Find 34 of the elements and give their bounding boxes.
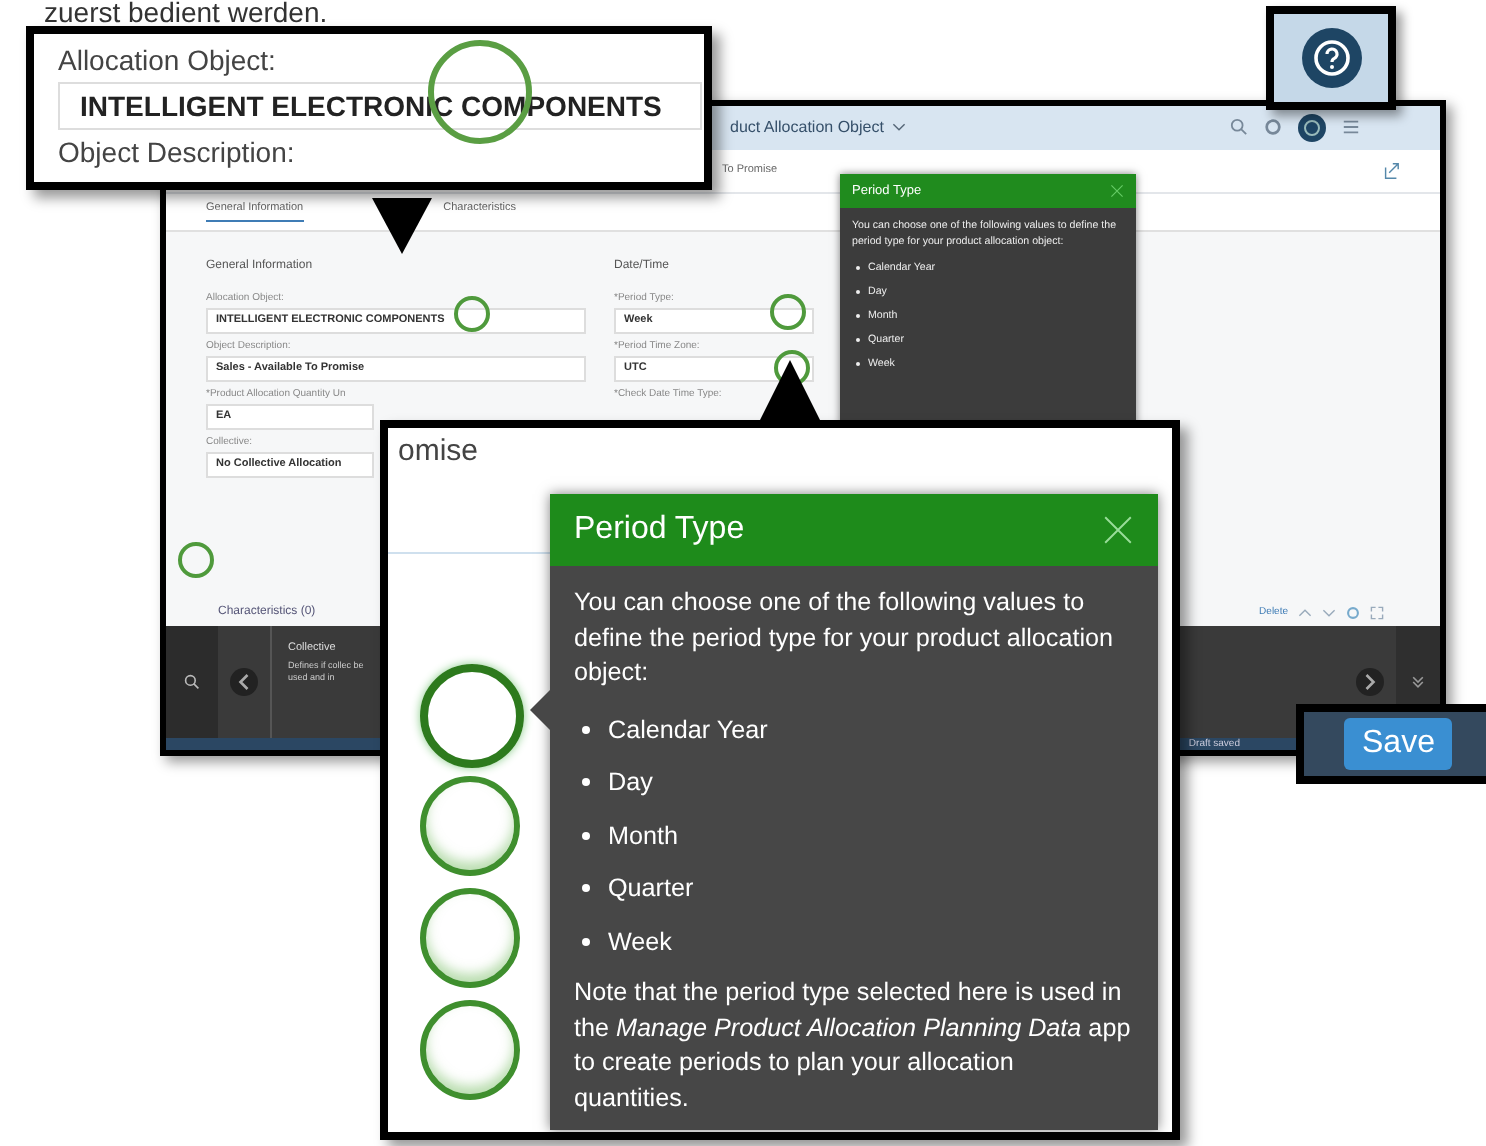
highlight-ring: [454, 296, 490, 332]
list-item: Quarter: [582, 862, 1134, 915]
page-heading: omise: [398, 434, 479, 468]
field-label: Allocation Object:: [58, 44, 278, 76]
chevron-up-icon[interactable]: [1298, 605, 1312, 620]
next-button[interactable]: [1356, 668, 1384, 696]
pointer-arrow: [372, 198, 432, 254]
menu-icon[interactable]: [1342, 118, 1360, 137]
expand-icon[interactable]: [1370, 605, 1384, 620]
field-label: Object Description:: [58, 136, 297, 168]
search-icon[interactable]: [1230, 118, 1248, 137]
popover-title: Period Type: [574, 512, 745, 548]
close-icon[interactable]: [1110, 184, 1124, 198]
highlight-ring: [770, 294, 806, 330]
popover-note: Note that the period type selected here is used in the Manage Product Allocation Planning Data app to create periods to plan your allocation quantities.: [574, 976, 1133, 1116]
previous-button[interactable]: [230, 668, 258, 696]
share-icon[interactable]: [1382, 161, 1400, 180]
highlight-ring: [420, 888, 520, 988]
chevron-down-icon[interactable]: [891, 122, 906, 133]
search-icon: [184, 674, 200, 690]
list-item: Month: [582, 809, 1134, 862]
highlight-ring: [420, 664, 524, 768]
caption-text: zuerst bedient werden.: [44, 0, 328, 26]
highlight-ring: [178, 542, 214, 578]
chevron-down-icon[interactable]: [1322, 605, 1336, 620]
popover-text: You can choose one of the following values to define the period type for your product allocation object:: [574, 586, 1116, 690]
double-chevron-icon[interactable]: [1410, 674, 1426, 690]
highlight-ring: [420, 776, 520, 876]
list-item: Week: [582, 915, 1134, 968]
app-title[interactable]: duct Allocation Object: [730, 118, 884, 137]
close-icon[interactable]: [1102, 514, 1134, 546]
list-item: Day: [582, 756, 1134, 809]
list-item: Calendar Year: [582, 703, 1134, 756]
highlight-ring: [420, 1000, 520, 1100]
